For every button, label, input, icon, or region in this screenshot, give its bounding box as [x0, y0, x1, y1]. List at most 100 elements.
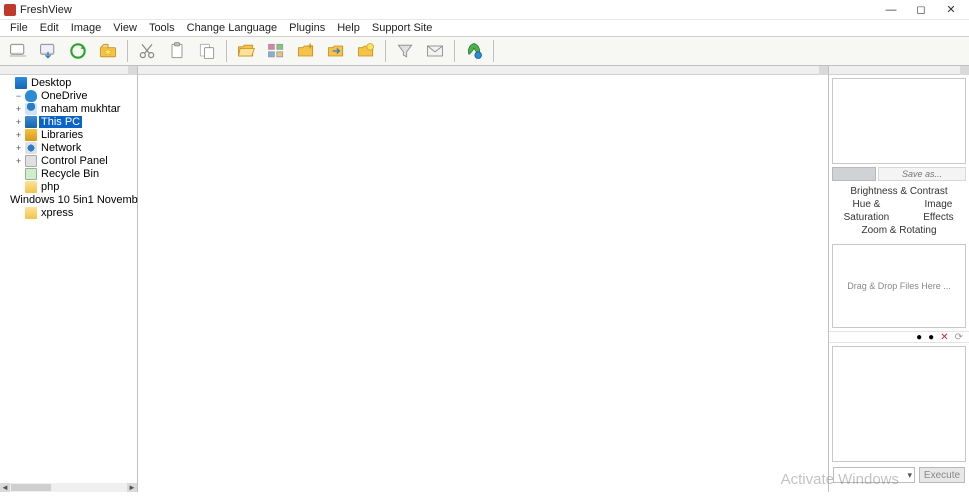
adjust-zoom-rotating[interactable]: Zoom & Rotating [861, 224, 936, 237]
star-folder-icon [97, 41, 119, 61]
tree-node-onedrive[interactable]: −OneDrive [2, 89, 137, 102]
tool-folder-open[interactable] [232, 38, 260, 64]
tree-toggle[interactable]: + [14, 104, 23, 113]
recycle-icon [25, 168, 37, 180]
leaf-refresh-icon [463, 41, 485, 61]
tree-header-strip [0, 66, 137, 75]
slideshow-save-icon [37, 41, 59, 61]
tool-save-slideshow[interactable] [34, 38, 62, 64]
drop-files-box[interactable]: Drag & Drop Files Here ... [832, 244, 966, 328]
cpl-icon [25, 155, 37, 167]
queue-remove-icon[interactable]: ✕ [940, 332, 948, 343]
envelope-icon [424, 41, 446, 61]
viewer-scroll-corner[interactable] [819, 66, 828, 75]
tree-toggle [14, 169, 23, 178]
scroll-right-button[interactable]: ► [127, 483, 137, 492]
tree-node-this-pc[interactable]: +This PC [2, 115, 137, 128]
minimize-button[interactable]: — [877, 2, 905, 18]
tree-toggle[interactable]: + [14, 117, 23, 126]
net-icon [25, 142, 37, 154]
execute-button[interactable]: Execute [919, 467, 965, 483]
menu-edit[interactable]: Edit [34, 21, 65, 35]
tree-toggle[interactable]: + [14, 130, 23, 139]
menu-plugins[interactable]: Plugins [283, 21, 331, 35]
execute-bar: ▾ Execute [829, 465, 969, 485]
menu-change-language[interactable]: Change Language [181, 21, 284, 35]
tree-node-network[interactable]: +Network [2, 141, 137, 154]
close-button[interactable]: ✕ [937, 2, 965, 18]
tree-toggle[interactable]: + [14, 156, 23, 165]
tree-node-php[interactable]: php [2, 180, 137, 193]
toolbar-separator [454, 40, 455, 62]
menu-help[interactable]: Help [331, 21, 366, 35]
viewer-header-strip [138, 66, 828, 75]
maximize-button[interactable]: ◻ [907, 2, 935, 18]
tool-copy[interactable] [163, 38, 191, 64]
drop-hint-label: Drag & Drop Files Here ... [847, 281, 951, 291]
save-as-button[interactable]: Save as... [878, 167, 966, 181]
folder-new-icon [295, 41, 317, 61]
tree-toggle [14, 182, 23, 191]
adjust-brightness-contrast[interactable]: Brightness & Contrast [850, 185, 947, 198]
tree-toggle [4, 78, 13, 87]
menu-tools[interactable]: Tools [143, 21, 181, 35]
titlebar-left: FreshView [4, 4, 72, 16]
tree-label: Control Panel [39, 155, 110, 167]
tool-thumbnails[interactable] [262, 38, 290, 64]
adjust-image-effects[interactable]: Image Effects [911, 198, 966, 224]
onedrive-icon [25, 90, 37, 102]
queue-controls: ● ● ✕ ⟳ [829, 331, 969, 343]
tool-reload[interactable] [64, 38, 92, 64]
funnel-icon [394, 41, 416, 61]
image-viewer [138, 66, 829, 492]
tool-paste[interactable] [193, 38, 221, 64]
scissors-icon [136, 41, 158, 61]
tree-label: Desktop [29, 77, 73, 89]
tree-toggle[interactable]: + [14, 143, 23, 152]
adjust-hue-saturation[interactable]: Hue & Saturation [832, 198, 901, 224]
scroll-thumb[interactable] [11, 484, 51, 491]
tree-horizontal-scrollbar[interactable]: ◄ ► [0, 483, 137, 492]
folder-tree-panel: Desktop−OneDrive+maham mukhtar+This PC+L… [0, 66, 138, 492]
tree-label: xpress [39, 207, 75, 219]
scroll-track[interactable] [10, 483, 127, 492]
tree-scroll-corner[interactable] [128, 66, 137, 75]
tool-new-folder[interactable] [292, 38, 320, 64]
tree-node-control-panel[interactable]: + Control Panel [2, 154, 137, 167]
menu-file[interactable]: File [4, 21, 34, 35]
tree-toggle[interactable]: − [14, 91, 23, 100]
tree-node-desktop[interactable]: Desktop [2, 76, 137, 89]
tool-refresh-green[interactable] [460, 38, 488, 64]
menu-support-site[interactable]: Support Site [366, 21, 439, 35]
save-format-button[interactable] [832, 167, 876, 181]
tool-rename[interactable] [352, 38, 380, 64]
tree-node-xpress[interactable]: xpress [2, 206, 137, 219]
sidebar-scroll-corner[interactable] [960, 66, 969, 75]
tool-email[interactable] [421, 38, 449, 64]
menu-view[interactable]: View [107, 21, 143, 35]
tree-label: Libraries [39, 129, 85, 141]
lib-icon [25, 129, 37, 141]
tool-open-slideshow[interactable] [4, 38, 32, 64]
tree-node-libraries[interactable]: + Libraries [2, 128, 137, 141]
tool-favorites[interactable] [94, 38, 122, 64]
tree-node-recycle-bin[interactable]: Recycle Bin [2, 167, 137, 180]
tool-move-to[interactable] [322, 38, 350, 64]
tool-filter[interactable] [391, 38, 419, 64]
paste-icon [196, 41, 218, 61]
folder-tree[interactable]: Desktop−OneDrive+maham mukhtar+This PC+L… [0, 75, 137, 219]
tree-node-windows-10-5in1-november-x6[interactable]: Windows 10 5in1 November (x6 [2, 193, 137, 206]
tool-cut[interactable] [133, 38, 161, 64]
queue-refresh-icon[interactable]: ⟳ [955, 332, 963, 343]
menu-image[interactable]: Image [65, 21, 108, 35]
folder-open-icon [235, 41, 257, 61]
scroll-left-button[interactable]: ◄ [0, 483, 10, 492]
queue-dot-2[interactable]: ● [928, 332, 934, 343]
tree-label: php [39, 181, 61, 193]
folder-star-icon [355, 41, 377, 61]
right-sidebar: Save as... Brightness & Contrast Hue & S… [829, 66, 969, 492]
queue-dot-1[interactable]: ● [916, 332, 922, 343]
tree-node-maham-mukhtar[interactable]: +maham mukhtar [2, 102, 137, 115]
action-select[interactable]: ▾ [833, 467, 915, 483]
reload-icon [67, 41, 89, 61]
